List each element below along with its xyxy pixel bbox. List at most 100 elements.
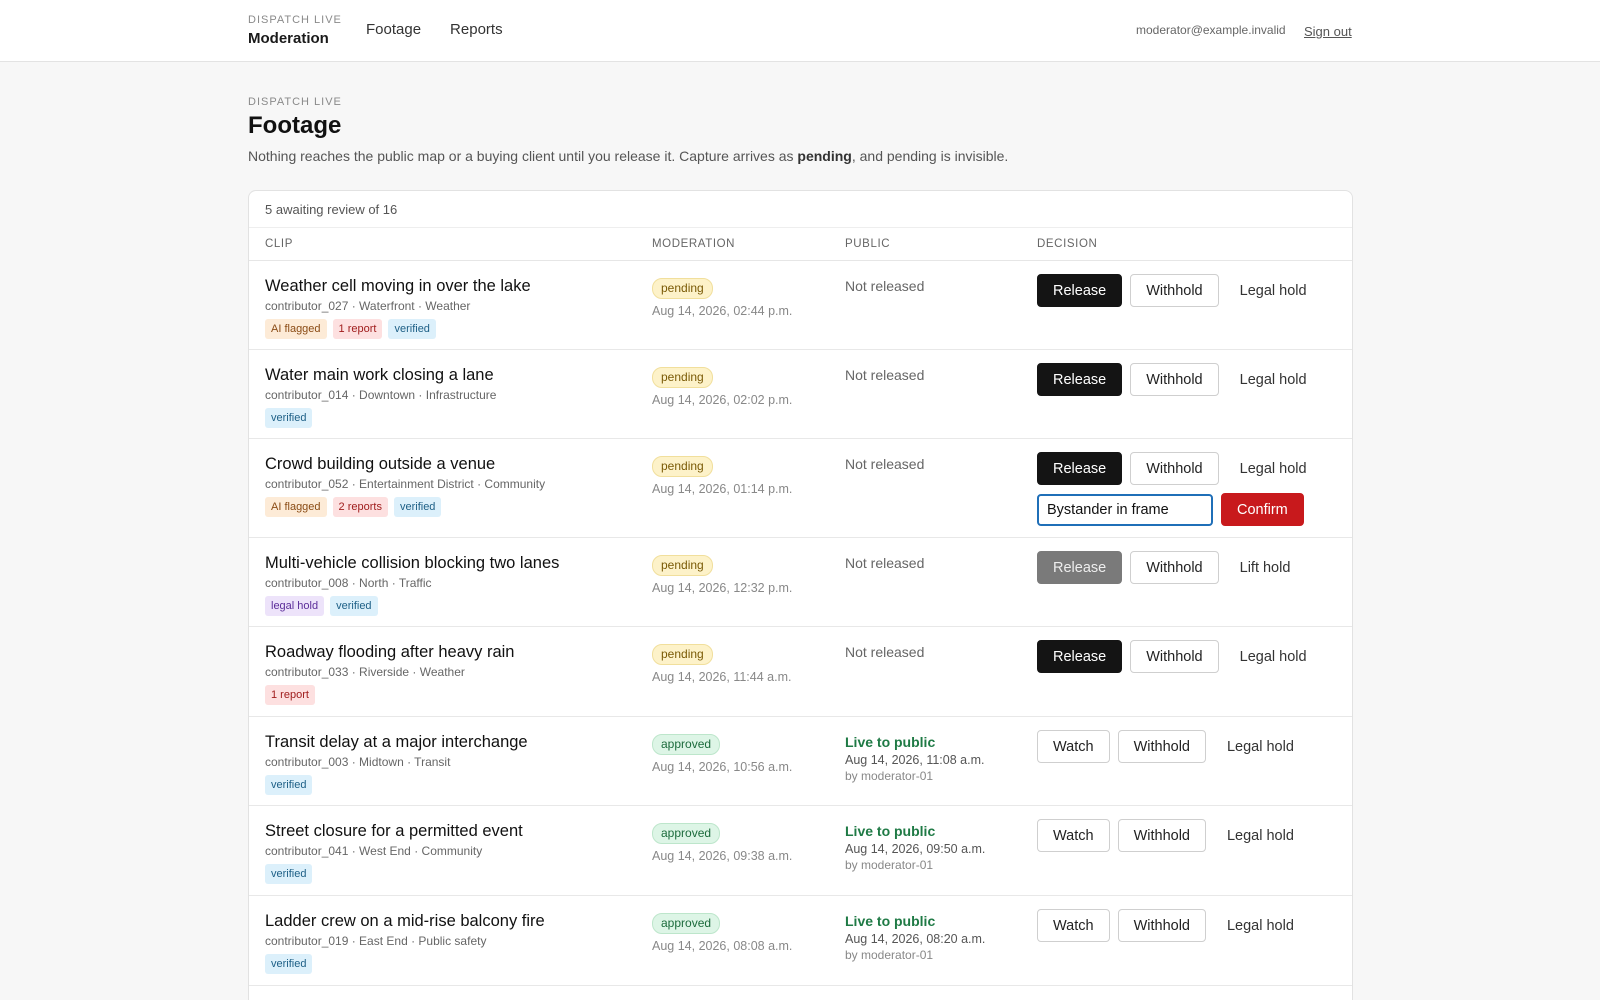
clip-cell: Water main work closing a lane contributo…: [265, 365, 496, 428]
public-by: by moderator-01: [845, 948, 934, 962]
withhold-button[interactable]: Withhold: [1117, 819, 1206, 852]
clip-title[interactable]: Weather cell moving in over the lake: [265, 276, 531, 296]
clip-title[interactable]: Transit delay at a major interchange: [265, 732, 528, 752]
footage-table: 5 awaiting review of 16 CLIP MODERATION …: [248, 190, 1353, 1000]
moderation-time: Aug 14, 2026, 12:32 p.m.: [652, 581, 793, 595]
clip-cell: Roadway flooding after heavy rain contrib…: [265, 642, 514, 705]
legal-hold-button[interactable]: Legal hold: [1206, 909, 1294, 942]
table-row: Crowd building outside a venue contributo…: [249, 439, 1352, 538]
release-button[interactable]: Release: [1037, 274, 1123, 307]
clip-title[interactable]: Multi-vehicle collision blocking two lan…: [265, 553, 559, 573]
clip-title[interactable]: Ladder crew on a mid-rise balcony fire: [265, 911, 545, 931]
decision-cell: Release Withhold Legal hold: [1037, 274, 1307, 307]
intro-emphasis: pending: [797, 148, 852, 164]
legal-hold-button[interactable]: Legal hold: [1206, 819, 1294, 852]
moderation-time: Aug 14, 2026, 10:56 a.m.: [652, 760, 793, 774]
withhold-button[interactable]: Withhold: [1117, 909, 1206, 942]
moderation-cell: approved Aug 14, 2026, 08:08 a.m.: [652, 913, 792, 953]
lift-hold-button[interactable]: Lift hold: [1219, 551, 1291, 584]
release-button[interactable]: Release: [1037, 640, 1123, 673]
watch-button[interactable]: Watch: [1037, 819, 1110, 852]
clip-title[interactable]: Crowd building outside a venue: [265, 454, 545, 474]
withhold-button[interactable]: Withhold: [1130, 640, 1219, 673]
moderation-cell: pending Aug 14, 2026, 02:44 p.m.: [652, 278, 792, 318]
table-header: CLIP MODERATION PUBLIC DECISION: [249, 228, 1352, 261]
moderation-time: Aug 14, 2026, 01:14 p.m.: [652, 482, 793, 496]
clip-tags: verified: [265, 775, 528, 795]
release-button[interactable]: Release: [1037, 551, 1123, 584]
tag-badge: verified: [388, 319, 436, 339]
review-summary: 5 awaiting review of 16: [249, 191, 1352, 228]
public-status: Not released: [845, 644, 925, 660]
public-cell: Live to public Aug 14, 2026, 08:20 a.m. by…: [845, 913, 985, 962]
clip-cell: Street closure for a permitted event cont…: [265, 821, 523, 884]
status-badge: pending: [652, 555, 713, 576]
legal-hold-button[interactable]: Legal hold: [1219, 452, 1307, 485]
decision-actions: Release Withhold Legal hold: [1037, 274, 1307, 307]
withhold-reason-row: Confirm: [1037, 493, 1307, 526]
public-status: Not released: [845, 278, 925, 294]
clip-title[interactable]: Roadway flooding after heavy rain: [265, 642, 514, 662]
moderation-time: Aug 14, 2026, 02:44 p.m.: [652, 304, 793, 318]
table-row: Multi-vehicle collision blocking two lan…: [249, 538, 1352, 627]
table-row: Transit delay at a major interchange cont…: [249, 717, 1352, 806]
tag-badge: legal hold: [265, 596, 325, 616]
sign-out-link[interactable]: Sign out: [1304, 24, 1352, 39]
status-badge: approved: [652, 823, 721, 844]
decision-cell: Release Withhold Legal hold: [1037, 640, 1307, 673]
clip-tags: verified: [265, 408, 496, 428]
public-status: Live to public: [845, 913, 936, 929]
tag-badge: 1 report: [265, 685, 315, 705]
clip-cell: Crowd building outside a venue contributo…: [265, 454, 545, 517]
watch-button[interactable]: Watch: [1037, 730, 1110, 763]
intro-text-end: , and pending is invisible.: [851, 148, 1009, 164]
withhold-button[interactable]: Withhold: [1130, 551, 1219, 584]
withhold-button[interactable]: Withhold: [1117, 730, 1206, 763]
legal-hold-button[interactable]: Legal hold: [1219, 274, 1307, 307]
watch-button[interactable]: Watch: [1037, 909, 1110, 942]
moderation-cell: pending Aug 14, 2026, 11:44 a.m.: [652, 644, 791, 684]
legal-hold-button[interactable]: Legal hold: [1206, 730, 1294, 763]
legal-hold-button[interactable]: Legal hold: [1219, 640, 1307, 673]
clip-tags: legal hold verified: [265, 596, 559, 616]
release-button[interactable]: Release: [1037, 452, 1123, 485]
clip-meta: contributor_014 · Downtown · Infrastruct…: [265, 388, 497, 402]
public-cell: Not released: [845, 367, 924, 385]
top-bar: DISPATCH LIVE Moderation Footage Reports…: [0, 0, 1600, 62]
decision-actions: Watch Withhold Legal hold: [1037, 819, 1294, 852]
nav-link-reports[interactable]: Reports: [450, 21, 503, 38]
clip-meta: contributor_027 · Waterfront · Weather: [265, 299, 471, 313]
clip-meta: contributor_019 · East End · Public safe…: [265, 934, 487, 948]
clip-meta: contributor_041 · West End · Community: [265, 844, 483, 858]
decision-actions: Release Withhold Legal hold: [1037, 640, 1307, 673]
public-cell: Live to public Aug 14, 2026, 11:08 a.m. by…: [845, 734, 984, 783]
user-email: moderator@example.invalid: [1136, 23, 1286, 37]
column-header-public: PUBLIC: [845, 238, 891, 250]
clip-title[interactable]: Water main work closing a lane: [265, 365, 496, 385]
clip-tags: verified: [265, 954, 545, 974]
tag-badge: verified: [265, 408, 313, 428]
status-badge: approved: [652, 734, 721, 755]
clip-cell: Transit delay at a major interchange cont…: [265, 732, 528, 795]
decision-cell: Watch Withhold Legal hold: [1037, 819, 1294, 852]
withhold-button[interactable]: Withhold: [1130, 274, 1219, 307]
moderation-time: Aug 14, 2026, 11:44 a.m.: [652, 670, 792, 684]
public-cell: Not released: [845, 456, 924, 474]
withhold-reason-input[interactable]: [1037, 493, 1213, 526]
clip-title[interactable]: Street closure for a permitted event: [265, 821, 523, 841]
moderation-cell: approved Aug 14, 2026, 09:38 a.m.: [652, 823, 792, 863]
status-badge: pending: [652, 367, 713, 388]
table-row: Street closure for a permitted event cont…: [249, 806, 1352, 896]
table-row: Ladder crew on a mid-rise balcony fire co…: [249, 896, 1352, 986]
withhold-button[interactable]: Withhold: [1130, 363, 1219, 396]
moderation-time: Aug 14, 2026, 02:02 p.m.: [652, 393, 793, 407]
moderation-cell: approved Aug 14, 2026, 10:56 a.m.: [652, 734, 792, 774]
brand-title[interactable]: Moderation: [248, 30, 342, 47]
confirm-button[interactable]: Confirm: [1221, 493, 1304, 526]
withhold-button[interactable]: Withhold: [1130, 452, 1219, 485]
release-button[interactable]: Release: [1037, 363, 1123, 396]
public-status: Not released: [845, 367, 925, 383]
nav-link-footage[interactable]: Footage: [366, 21, 421, 38]
legal-hold-button[interactable]: Legal hold: [1219, 363, 1307, 396]
page-intro: Nothing reaches the public map or a buyi…: [248, 148, 1008, 164]
